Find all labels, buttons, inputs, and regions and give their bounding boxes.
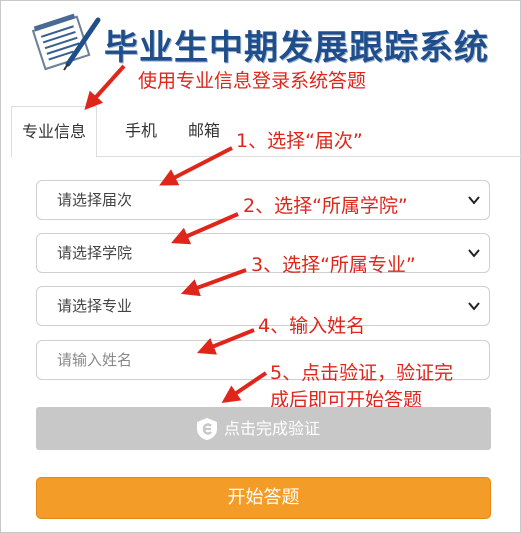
annotation-step1: 1、选择“届次” xyxy=(236,130,363,152)
chevron-down-icon xyxy=(468,249,480,258)
start-answer-button[interactable]: 开始答题 xyxy=(36,477,491,519)
tab-email[interactable]: 邮箱 xyxy=(188,106,220,156)
captcha-label: 点击完成验证 xyxy=(224,419,321,438)
session-select-value: 请选择届次 xyxy=(57,191,133,209)
tab-major-info[interactable]: 专业信息 xyxy=(11,106,97,158)
chevron-down-icon xyxy=(468,302,480,311)
chevron-down-icon xyxy=(468,196,480,205)
annotation-intro: 使用专业信息登录系统答题 xyxy=(138,70,367,92)
annotation-step3: 3、选择“所属专业” xyxy=(251,254,416,276)
annotation-step2: 2、选择“所属学院” xyxy=(243,195,408,217)
app-title: 毕业生中期发展跟踪系统 xyxy=(104,28,489,68)
name-input-placeholder: 请输入姓名 xyxy=(57,351,133,369)
tab-phone[interactable]: 手机 xyxy=(125,106,157,156)
captcha-button[interactable]: 点击完成验证 xyxy=(36,407,491,450)
notepad-pen-icon xyxy=(31,13,101,71)
college-select-value: 请选择学院 xyxy=(57,244,133,262)
annotation-step5-line1: 5、点击验证，验证完 xyxy=(270,362,454,384)
major-select-value: 请选择专业 xyxy=(57,297,133,315)
annotation-step4: 4、输入姓名 xyxy=(258,315,366,337)
shield-e-icon xyxy=(197,418,217,440)
tabs-divider xyxy=(95,156,521,157)
